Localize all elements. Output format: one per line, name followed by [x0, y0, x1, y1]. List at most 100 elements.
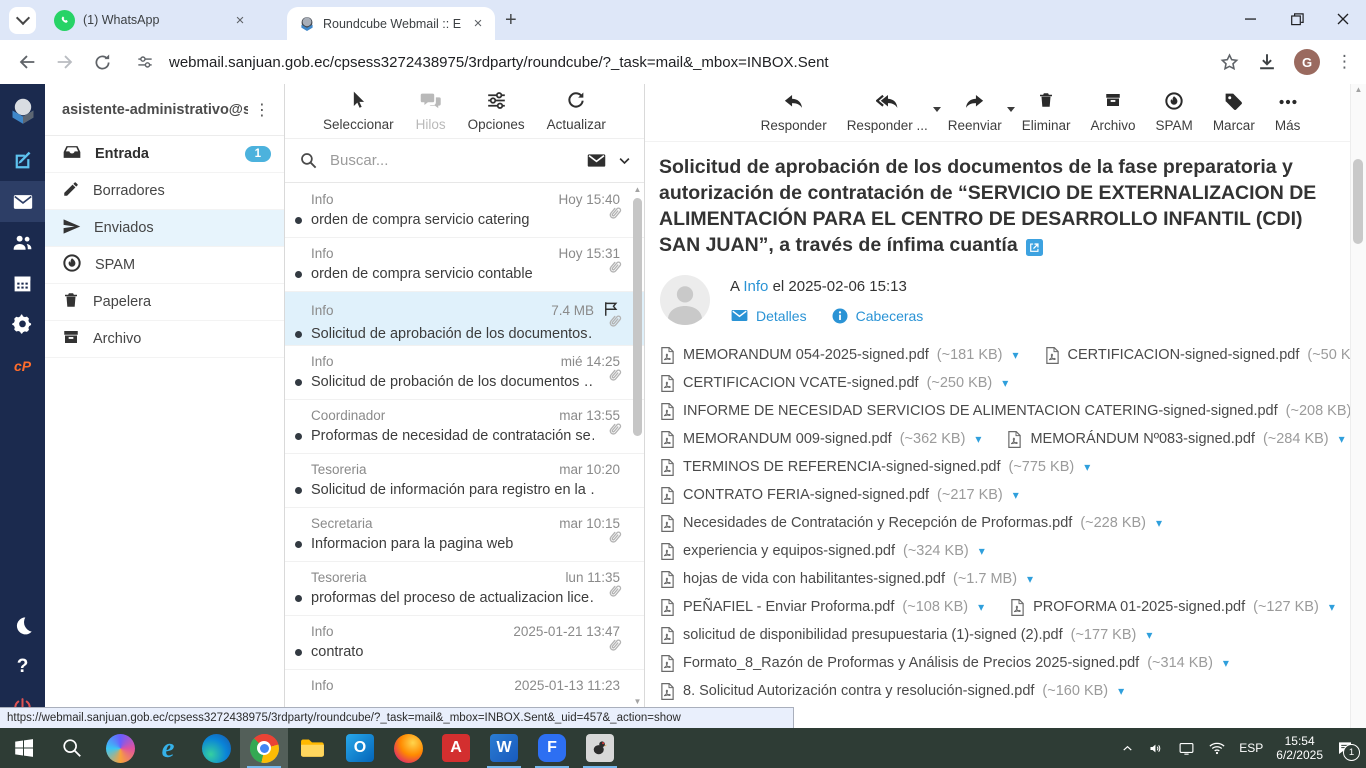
taskbar-explorer-button[interactable] [288, 728, 336, 768]
reader-scrollbar[interactable]: ▲ [1350, 84, 1366, 728]
taskbar-word-button[interactable]: W [480, 728, 528, 768]
attachment-link[interactable]: PEÑAFIEL - Enviar Proforma.pdf (~108 KB)… [660, 598, 984, 617]
details-toggle[interactable]: Detalles [730, 306, 807, 325]
tab-close-button[interactable]: × [231, 11, 249, 29]
attachment-menu-caret-icon[interactable]: ▾ [1027, 572, 1033, 586]
attachment-menu-caret-icon[interactable]: ▾ [1013, 348, 1019, 362]
message-row[interactable]: Coordinador mar 13:55 Proformas de neces… [285, 400, 644, 454]
attachment-menu-caret-icon[interactable]: ▾ [1118, 684, 1124, 698]
account-header[interactable]: asistente-administrativo@sa... ⋮ [45, 84, 284, 136]
list-toolbar-seleccionar[interactable]: Seleccionar [323, 90, 394, 138]
headers-toggle[interactable]: Cabeceras [831, 307, 923, 325]
folder-options-icon[interactable]: ⋮ [248, 100, 276, 120]
taskbar-game-button[interactable] [576, 728, 624, 768]
attachment-menu-caret-icon[interactable]: ▾ [1146, 628, 1152, 642]
folder-item-papelera[interactable]: Papelera [45, 284, 284, 321]
message-row[interactable]: Info Hoy 15:31 orden de compra servicio … [285, 238, 644, 292]
list-toolbar-hilos[interactable]: Hilos [416, 90, 446, 138]
folder-item-borradores[interactable]: Borradores [45, 173, 284, 210]
taskbar-acrobat-button[interactable]: A [432, 728, 480, 768]
reader-toolbar-spam[interactable]: SPAM [1148, 91, 1201, 141]
taskbar-chrome-button[interactable] [240, 728, 288, 768]
folder-item-entrada[interactable]: Entrada 1 [45, 136, 284, 173]
taskbar-search-button[interactable] [48, 728, 96, 768]
message-row[interactable]: Info Hoy 15:40 orden de compra servicio … [285, 184, 644, 238]
mail-button[interactable] [0, 181, 45, 222]
list-scrollbar[interactable]: ▲ ▼ [632, 186, 643, 706]
close-button[interactable] [1320, 0, 1366, 38]
message-row[interactable]: Secretaria mar 10:15 Informacion para la… [285, 508, 644, 562]
downloads-icon[interactable] [1256, 51, 1278, 73]
tab-roundcube[interactable]: Roundcube Webmail :: Enviados × [287, 7, 495, 40]
folder-item-archivo[interactable]: Archivo [45, 321, 284, 358]
recipient-link[interactable]: Info [743, 278, 768, 295]
cpanel-button[interactable]: cP [0, 345, 45, 386]
scroll-up-icon[interactable]: ▲ [633, 186, 642, 194]
notification-center-icon[interactable]: 1 [1336, 739, 1360, 761]
reader-toolbar-responder[interactable]: Responder ... [839, 91, 941, 141]
bookmark-star-icon[interactable] [1219, 52, 1240, 73]
help-button[interactable]: ? [0, 646, 45, 687]
scroll-down-icon[interactable]: ▼ [633, 698, 642, 706]
attachment-menu-caret-icon[interactable]: ▾ [1329, 600, 1335, 614]
tray-expand-icon[interactable] [1120, 741, 1135, 756]
message-row[interactable]: Tesoreria mar 10:20 Solicitud de informa… [285, 454, 644, 508]
list-toolbar-actualizar[interactable]: Actualizar [547, 90, 606, 138]
reader-toolbar-archivo[interactable]: Archivo [1083, 91, 1144, 141]
attachment-link[interactable]: MEMORANDUM 054-2025-signed.pdf (~181 KB)… [660, 346, 1019, 365]
reader-scrollbar-thumb[interactable] [1353, 159, 1363, 244]
folder-item-enviados[interactable]: Enviados [45, 210, 284, 247]
profile-avatar[interactable]: G [1294, 49, 1320, 75]
tab-search-button[interactable] [9, 6, 36, 34]
attachment-link[interactable]: solicitud de disponibilidad presupuestar… [660, 626, 1152, 645]
attachment-link[interactable]: TERMINOS DE REFERENCIA-signed-signed.pdf… [660, 458, 1090, 477]
taskbar-start-button[interactable] [0, 728, 48, 768]
attachment-menu-caret-icon[interactable]: ▾ [1156, 516, 1162, 530]
forward-button[interactable] [54, 51, 76, 73]
attachment-link[interactable]: Formato_8_Razón de Proformas y Análisis … [660, 654, 1229, 673]
taskbar-edge-button[interactable] [192, 728, 240, 768]
reload-button[interactable] [92, 52, 113, 73]
message-row[interactable]: Info 7.4 MB Solicitud de aprobación de l… [285, 292, 644, 346]
display-icon[interactable] [1178, 740, 1195, 757]
attachment-link[interactable]: Necesidades de Contratación y Recepción … [660, 514, 1162, 533]
minimize-button[interactable] [1228, 0, 1274, 38]
attachment-link[interactable]: CONTRATO FERIA-signed-signed.pdf (~217 K… [660, 486, 1019, 505]
taskbar-fapp-button[interactable]: F [528, 728, 576, 768]
settings-button[interactable] [0, 304, 45, 345]
attachment-menu-caret-icon[interactable]: ▾ [1013, 488, 1019, 502]
dark-mode-button[interactable] [0, 605, 45, 646]
taskbar-outlook-button[interactable]: O [336, 728, 384, 768]
reader-toolbar-responder[interactable]: Responder [753, 91, 835, 141]
tab-whatsapp[interactable]: (1) WhatsApp × [42, 0, 257, 40]
attachment-menu-caret-icon[interactable]: ▾ [1084, 460, 1090, 474]
back-button[interactable] [16, 51, 38, 73]
contacts-button[interactable] [0, 222, 45, 263]
calendar-button[interactable] [0, 263, 45, 304]
attachment-link[interactable]: experiencia y equipos-signed.pdf (~324 K… [660, 542, 985, 561]
attachment-menu-caret-icon[interactable]: ▾ [1223, 656, 1229, 670]
site-info-icon[interactable] [135, 52, 155, 72]
reader-toolbar-mas[interactable]: Más [1267, 91, 1309, 141]
attachment-link[interactable]: INFORME DE NECESIDAD SERVICIOS DE ALIMEN… [660, 402, 1366, 421]
message-row[interactable]: Info 2025-01-21 13:47 contrato [285, 616, 644, 670]
attachment-link[interactable]: MEMORÁNDUM Nº083-signed.pdf (~284 KB) ▾ [1007, 430, 1345, 449]
message-row[interactable]: Tesoreria lun 11:35 proformas del proces… [285, 562, 644, 616]
scroll-up-icon[interactable]: ▲ [1354, 86, 1363, 94]
search-scope-mail-icon[interactable] [586, 150, 607, 171]
attachment-link[interactable]: MEMORANDUM 009-signed.pdf (~362 KB) ▾ [660, 430, 981, 449]
attachment-link[interactable]: CERTIFICACION-signed-signed.pdf (~50 KB)… [1045, 346, 1366, 365]
folder-item-spam[interactable]: SPAM [45, 247, 284, 284]
attachment-link[interactable]: CERTIFICACION VCATE-signed.pdf (~250 KB)… [660, 374, 1008, 393]
reader-toolbar-eliminar[interactable]: Eliminar [1014, 91, 1079, 141]
reader-toolbar-reenviar[interactable]: Reenviar [940, 91, 1015, 141]
restore-button[interactable] [1274, 0, 1320, 38]
list-toolbar-opciones[interactable]: Opciones [468, 90, 525, 138]
wifi-icon[interactable] [1208, 739, 1226, 757]
attachment-menu-caret-icon[interactable]: ▾ [1002, 376, 1008, 390]
taskbar-ie-button[interactable]: e [144, 728, 192, 768]
attachment-menu-caret-icon[interactable]: ▾ [1339, 432, 1345, 446]
url-bar[interactable]: webmail.sanjuan.gob.ec/cpsess3272438975/… [169, 54, 1219, 71]
clock[interactable]: 15:54 6/2/2025 [1276, 734, 1323, 762]
search-input[interactable] [328, 151, 576, 170]
